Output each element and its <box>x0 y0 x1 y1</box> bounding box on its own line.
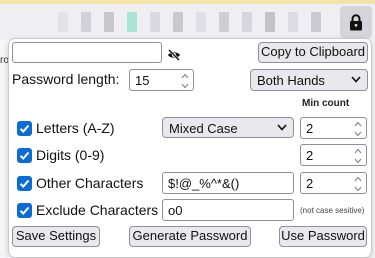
save-settings-button[interactable]: Save Settings <box>12 226 100 247</box>
other-characters-min-count[interactable]: 2 <box>300 172 367 194</box>
digits-checkbox[interactable] <box>17 148 32 163</box>
other-characters-input[interactable]: $!@_%^*&() <box>162 172 294 194</box>
blurred-icon-tile <box>127 12 137 32</box>
stepper-arrows-icon[interactable] <box>353 176 362 192</box>
password-length-value: 15 <box>135 73 150 88</box>
other-characters-min-value: 2 <box>306 176 314 191</box>
letters-min-value: 2 <box>306 121 314 136</box>
stepper-arrows-icon[interactable] <box>353 121 362 137</box>
eye-slash-icon <box>168 49 180 61</box>
lock-icon <box>350 13 362 30</box>
generate-password-button[interactable]: Generate Password <box>129 226 251 247</box>
password-length-spinner[interactable]: 15 <box>129 69 194 91</box>
letters-checkbox[interactable] <box>17 121 32 136</box>
copy-to-clipboard-button[interactable]: Copy to Clipboard <box>258 42 368 63</box>
letter-case-value: Mixed Case <box>169 121 238 136</box>
stepper-arrows-icon[interactable] <box>180 73 189 89</box>
exclude-characters-input[interactable]: o0 <box>162 199 294 221</box>
digits-label: Digits (0-9) <box>36 147 105 163</box>
blurred-icon-tile <box>242 12 252 32</box>
password-generator-popup: Copy to Clipboard Password length: 15 Bo… <box>8 38 372 258</box>
letters-min-count[interactable]: 2 <box>300 117 367 139</box>
blurred-icon-tile <box>81 12 91 32</box>
blurred-icon-tile <box>196 12 206 32</box>
checkmark-icon <box>19 179 30 188</box>
visibility-toggle[interactable] <box>167 46 181 65</box>
blurred-icon-tile <box>311 12 321 32</box>
blurred-icon-tile <box>150 12 160 32</box>
hands-select-value: Both Hands <box>257 73 325 88</box>
letter-case-select[interactable]: Mixed Case <box>162 117 294 138</box>
exclude-characters-label: Exclude Characters <box>36 202 159 218</box>
use-password-button[interactable]: Use Password <box>279 226 367 247</box>
checkmark-icon <box>19 151 30 160</box>
digits-min-count[interactable]: 2 <box>300 144 367 166</box>
blurred-icon-tile <box>104 12 114 32</box>
stepper-arrows-icon[interactable] <box>353 148 362 164</box>
other-characters-checkbox[interactable] <box>17 176 32 191</box>
checkmark-icon <box>19 206 30 215</box>
blurred-icon-tile <box>219 12 229 32</box>
blurred-icon-tile <box>265 12 275 32</box>
toolbar-accent-line <box>0 0 375 4</box>
case-sensitivity-hint: (not case sesitive) <box>300 206 365 215</box>
chevron-down-icon <box>277 124 287 131</box>
letters-label: Letters (A-Z) <box>36 120 115 136</box>
blurred-icon-tile <box>288 12 298 32</box>
password-length-label: Password length: <box>12 71 120 87</box>
chevron-down-icon <box>351 76 361 83</box>
other-characters-label: Other Characters <box>36 175 144 191</box>
digits-min-value: 2 <box>306 148 314 163</box>
browser-toolbar <box>0 0 375 40</box>
extension-lock-button[interactable] <box>340 6 372 38</box>
exclude-characters-checkbox[interactable] <box>17 203 32 218</box>
min-count-header: Min count <box>302 98 350 109</box>
blurred-icon-tile <box>173 12 183 32</box>
checkmark-icon <box>19 124 30 133</box>
page-background-left <box>0 40 8 258</box>
hands-select[interactable]: Both Hands <box>250 69 368 91</box>
blurred-icon-tile <box>58 12 68 32</box>
password-output-field[interactable] <box>12 42 162 63</box>
